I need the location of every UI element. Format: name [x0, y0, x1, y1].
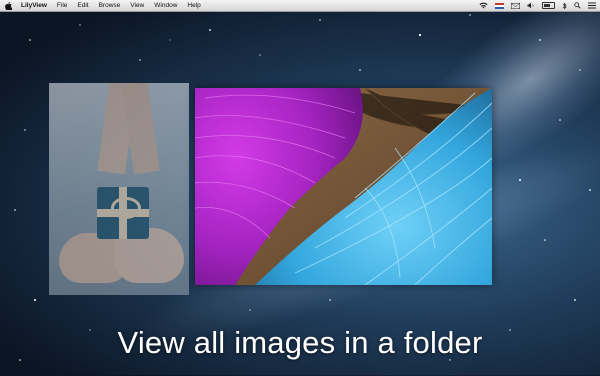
app-menu[interactable]: LilyView	[21, 0, 47, 11]
menu-window[interactable]: Window	[154, 0, 177, 11]
wifi-icon[interactable]	[479, 0, 488, 11]
list-icon[interactable]	[588, 0, 596, 11]
battery-icon[interactable]	[542, 0, 555, 11]
menu-bar: LilyView File Edit Browse View Window He…	[0, 0, 600, 12]
volume-icon[interactable]	[527, 0, 535, 11]
feathers-photo	[195, 88, 492, 285]
apple-menu-icon[interactable]	[4, 0, 13, 11]
mail-icon[interactable]	[511, 0, 520, 11]
menu-edit[interactable]: Edit	[77, 0, 88, 11]
previous-image-thumbnail[interactable]	[49, 83, 189, 295]
search-icon[interactable]	[574, 0, 581, 11]
feature-caption: View all images in a folder	[117, 325, 483, 360]
menu-view[interactable]: View	[130, 0, 144, 11]
menu-help[interactable]: Help	[187, 0, 200, 11]
menu-file[interactable]: File	[57, 0, 67, 11]
menu-browse[interactable]: Browse	[99, 0, 121, 11]
flag-icon[interactable]	[495, 0, 504, 11]
gift-box	[97, 187, 149, 239]
bluetooth-icon[interactable]	[562, 0, 567, 11]
current-image[interactable]	[195, 88, 492, 285]
